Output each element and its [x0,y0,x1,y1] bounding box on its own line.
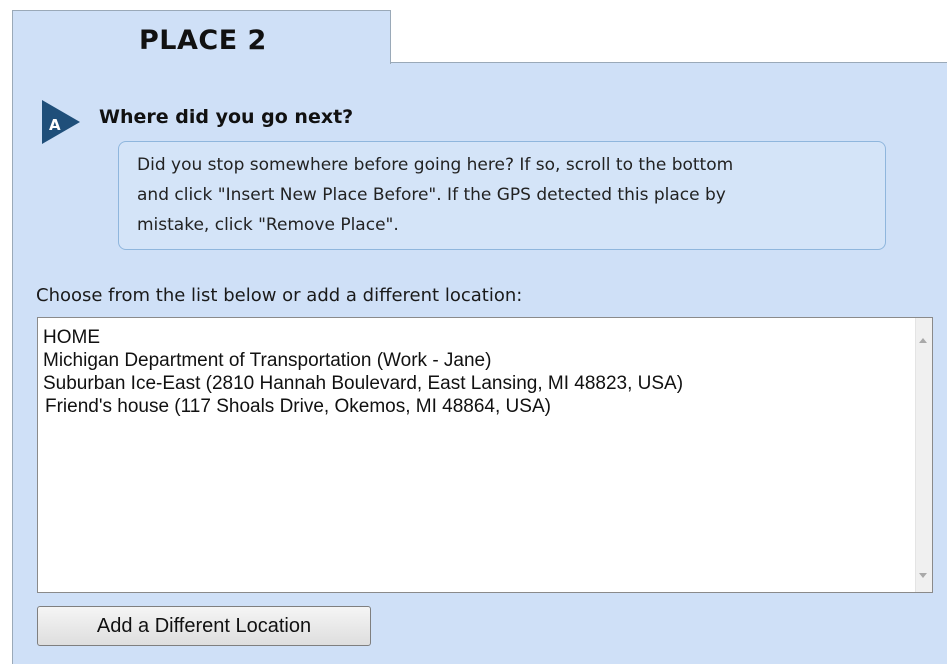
choose-location-label: Choose from the list below or add a diff… [36,285,523,306]
location-option-friends-house[interactable]: Friend's house (117 Shoals Drive, Okemos… [43,395,683,418]
scroll-up-arrow-icon[interactable] [919,338,927,343]
help-line: mistake, click "Remove Place". [137,215,399,235]
location-option-suburban-ice[interactable]: Suburban Ice-East (2810 Hannah Boulevard… [43,372,683,395]
help-line: and click "Insert New Place Before". If … [137,185,726,205]
scroll-down-arrow-icon[interactable] [919,573,927,578]
help-line: Did you stop somewhere before going here… [137,155,734,175]
badge-letter: A [49,116,61,134]
location-option-work[interactable]: Michigan Department of Transportation (W… [43,349,683,372]
listbox-scrollbar[interactable] [915,318,932,592]
tab-place-2[interactable]: PLACE 2 [12,10,391,64]
play-triangle-badge-icon: A [42,100,80,144]
question-heading: Where did you go next? [99,106,354,128]
add-different-location-button[interactable]: Add a Different Location [37,606,371,646]
location-listbox[interactable]: HOME Michigan Department of Transportati… [37,317,933,593]
help-instructions-box: Did you stop somewhere before going here… [118,141,886,250]
location-option-home[interactable]: HOME [43,326,683,349]
tab-title: PLACE 2 [139,25,267,56]
location-list: HOME Michigan Department of Transportati… [43,326,683,418]
